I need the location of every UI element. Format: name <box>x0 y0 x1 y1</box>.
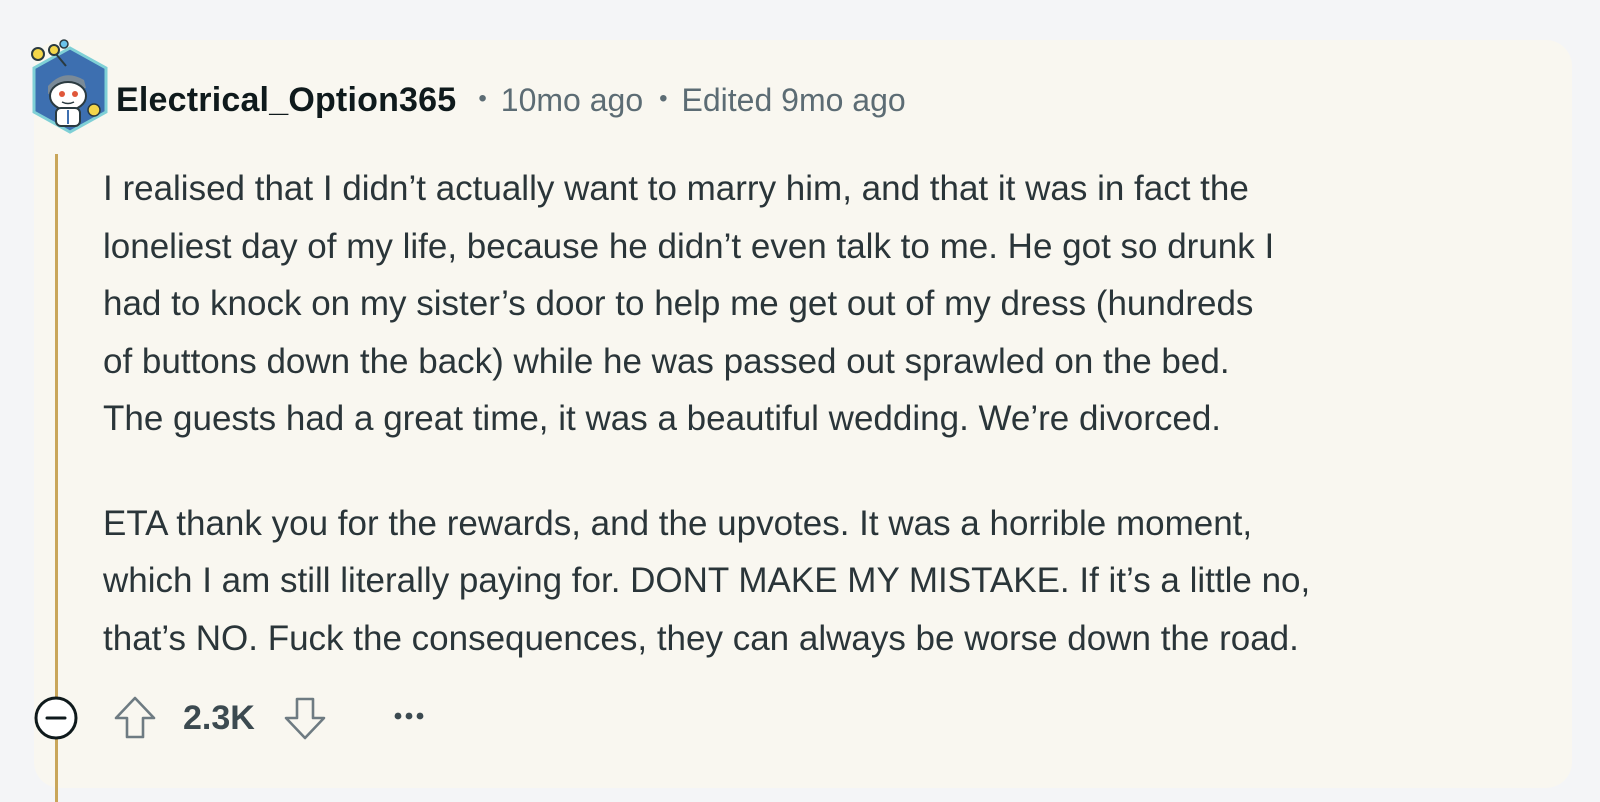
comment-header: Electrical_Option365 • 10mo ago • Edited… <box>116 76 906 124</box>
vote-count: 2.3K <box>183 699 255 737</box>
text-line: that’s NO. Fuck the consequences, they c… <box>103 618 1299 658</box>
comment-paragraph: ETA thank you for the rewards, and the u… <box>103 495 1553 668</box>
avatar[interactable] <box>26 36 114 140</box>
text-line: ETA thank you for the rewards, and the u… <box>103 503 1253 543</box>
text-line: of buttons down the back) while he was p… <box>103 341 1230 381</box>
meta-separator: • <box>478 85 487 112</box>
snoo-avatar-icon <box>31 39 108 134</box>
text-line: which I am still literally paying for. D… <box>103 561 1311 600</box>
text-line: The guests had a great time, it was a be… <box>103 399 1222 438</box>
upvote-button[interactable] <box>112 694 158 742</box>
edited-label: Edited 9mo ago <box>681 81 906 118</box>
username-link[interactable]: Electrical_Option365 <box>116 81 456 120</box>
more-options-icon <box>394 712 424 720</box>
downvote-arrow-icon <box>284 697 326 740</box>
upvote-arrow-icon <box>114 696 156 739</box>
comment-body: I realised that I didn’t actually want t… <box>103 160 1553 667</box>
more-options-button[interactable] <box>388 700 430 732</box>
timestamp[interactable]: 10mo ago <box>501 82 643 119</box>
text-line: I realised that I didn’t actually want t… <box>103 169 1249 208</box>
downvote-button[interactable] <box>282 694 328 742</box>
comment-paragraph: I realised that I didn’t actually want t… <box>103 160 1553 448</box>
comment-actions: 2.3K <box>0 690 700 746</box>
meta-separator: • <box>659 85 668 112</box>
text-line: had to knock on my sister’s door to help… <box>103 284 1254 323</box>
text-line: loneliest day of my life, because he did… <box>103 226 1275 266</box>
collapse-minus-icon <box>34 696 78 740</box>
collapse-button[interactable] <box>31 693 81 743</box>
